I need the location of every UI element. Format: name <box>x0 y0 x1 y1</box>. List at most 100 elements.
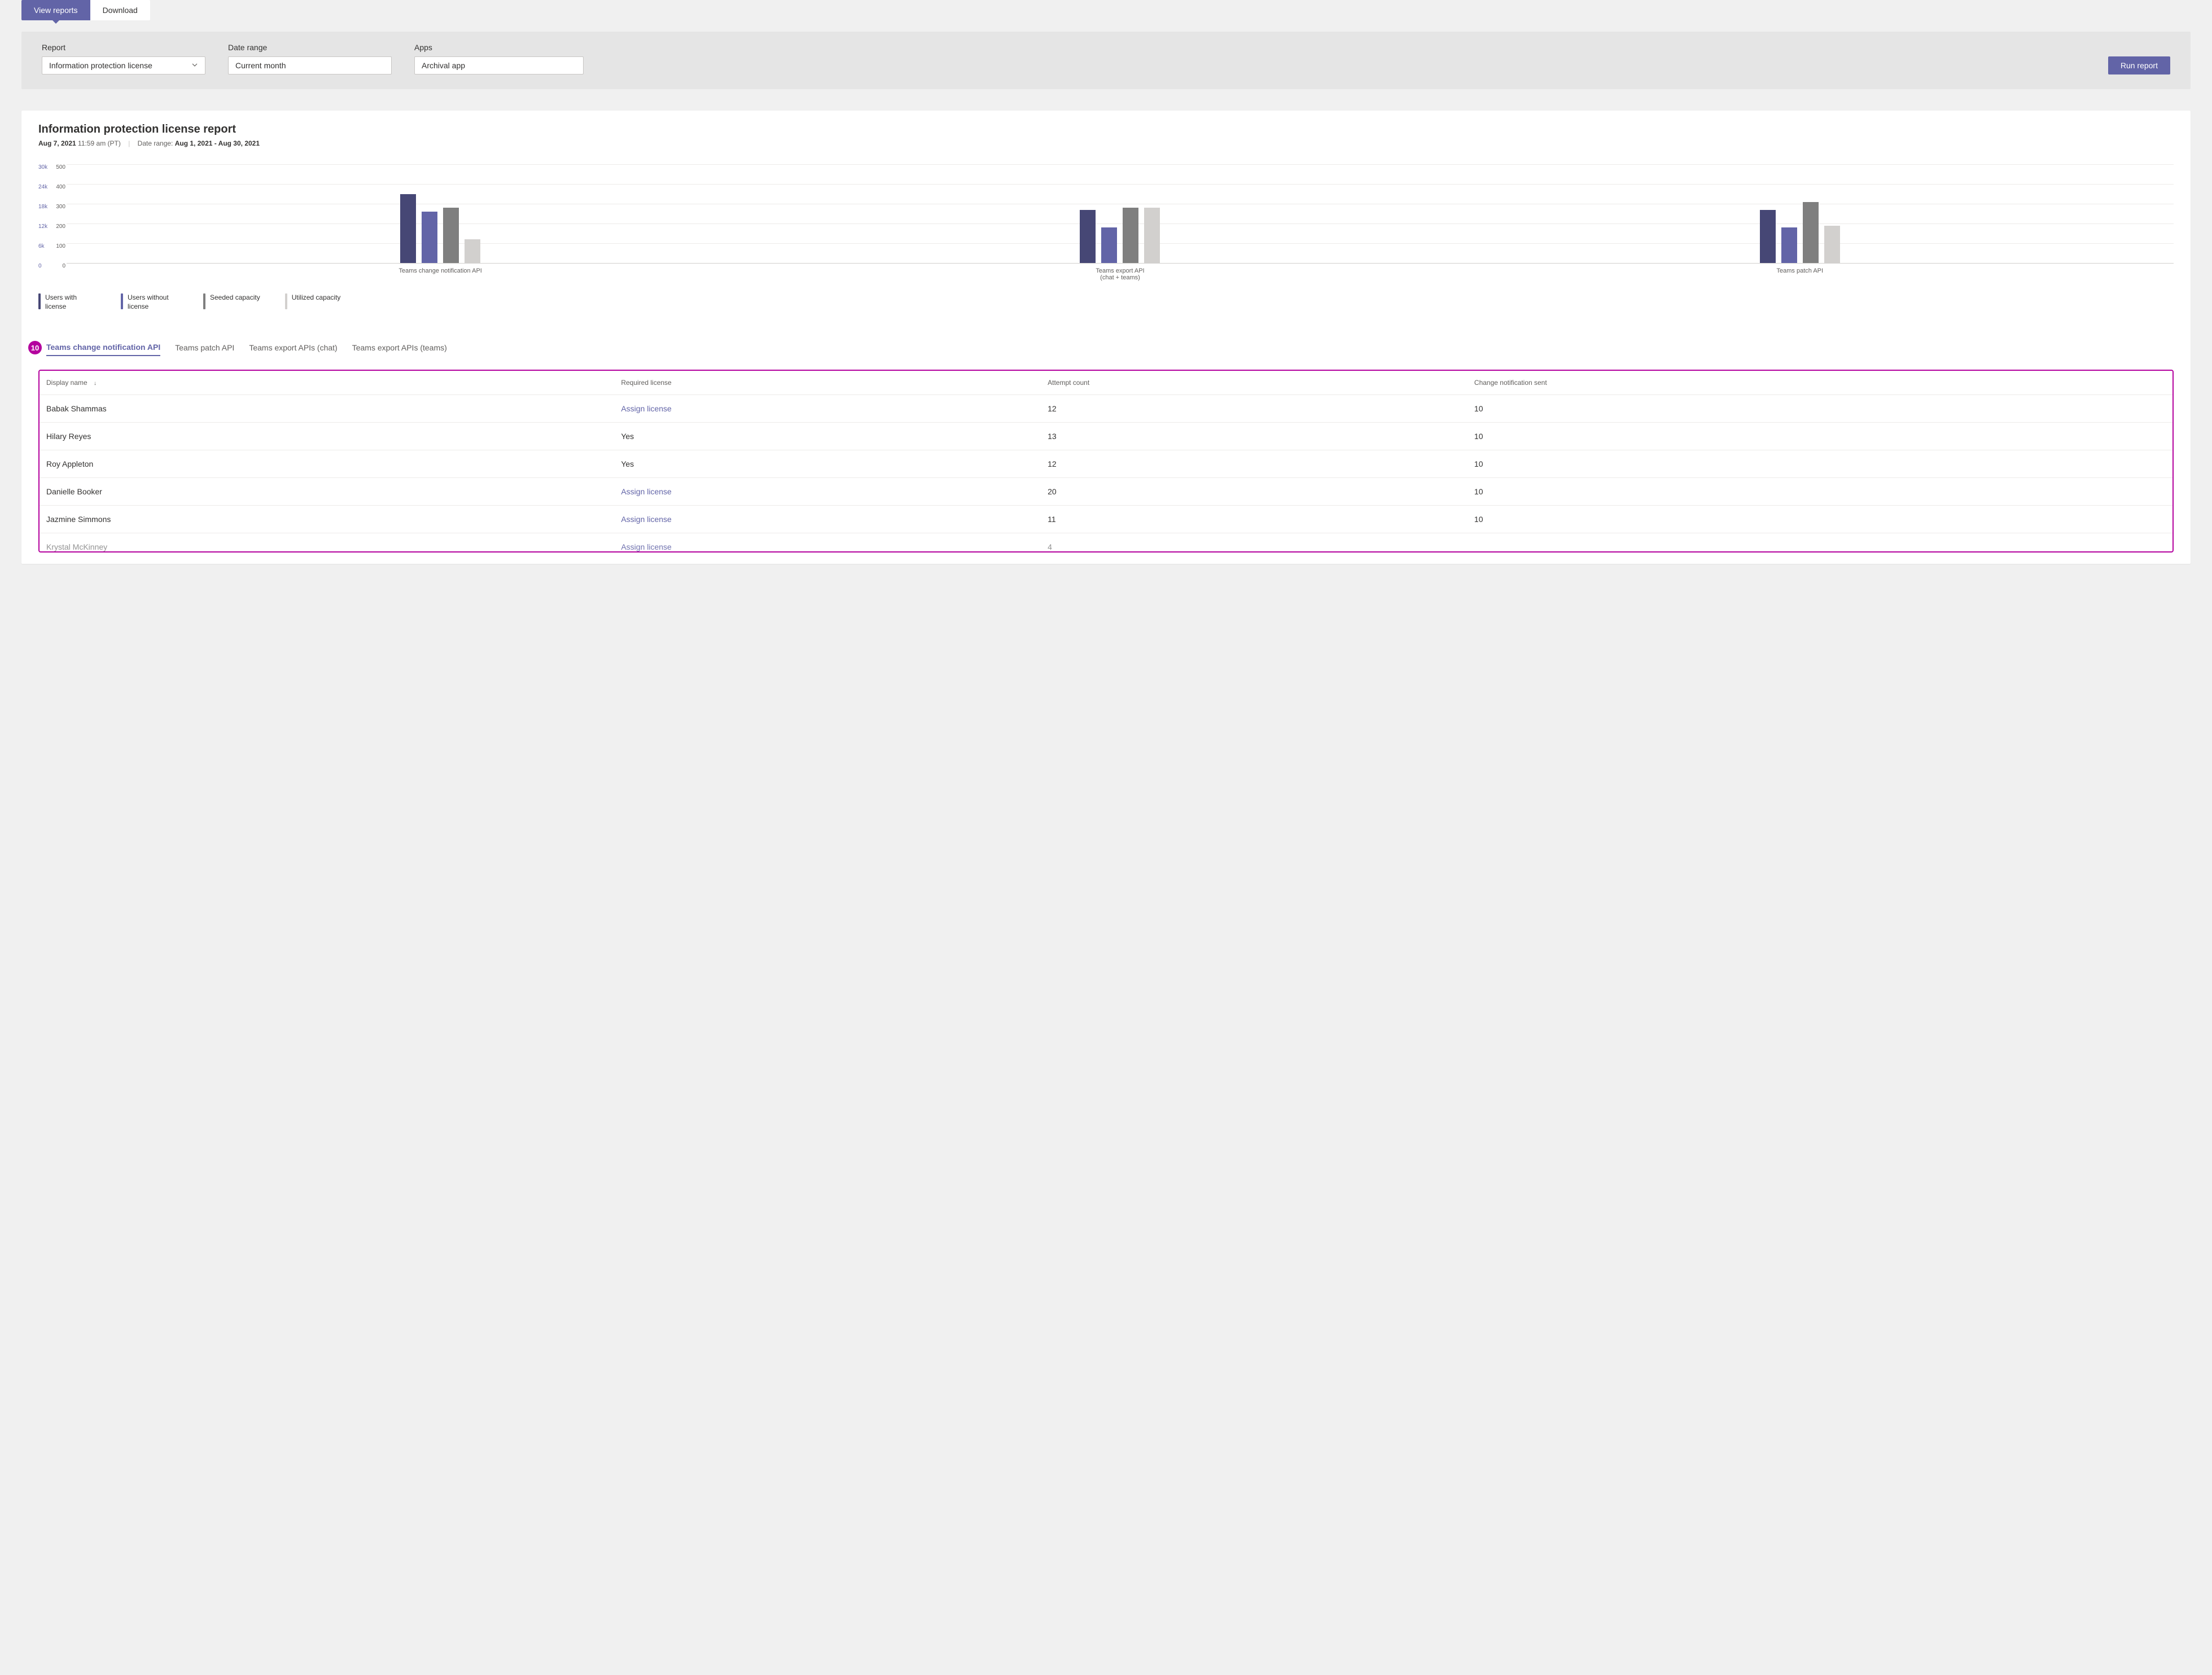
chart-plot <box>67 164 2174 263</box>
legend-label: Seeded capacity <box>210 293 260 302</box>
date-range-prefix: Date range: <box>138 139 173 147</box>
report-timestamp-date: Aug 7, 2021 <box>38 139 76 147</box>
legend-label: Utilized capacity <box>292 293 341 302</box>
y-left-tick: 24k <box>38 184 52 190</box>
cell-attempt-count: 4 <box>1042 533 1469 552</box>
y-right-tick: 200 <box>52 223 65 230</box>
report-card: Information protection license report Au… <box>21 111 2191 564</box>
report-timestamp-time: 11:59 am (PT) <box>78 139 121 147</box>
x-label: Teams patch API <box>1744 268 1856 281</box>
col-display-name-label: Display name <box>46 379 87 387</box>
legend-users-with-license: Users with license <box>38 293 96 311</box>
meta-separator: | <box>128 139 130 147</box>
sub-tab-change-notification[interactable]: Teams change notification API <box>46 339 160 356</box>
y-left-tick: 18k <box>38 204 52 210</box>
cell-change-sent <box>1469 533 2172 552</box>
chart-x-labels: Teams change notification API Teams expor… <box>38 263 2174 281</box>
sub-tab-export-chat[interactable]: Teams export APIs (chat) <box>249 340 337 356</box>
cell-display-name: Hilary Reyes <box>40 423 615 450</box>
chevron-down-icon <box>191 61 198 70</box>
cell-display-name: Roy Appleton <box>40 450 615 478</box>
legend-label: Users without license <box>128 293 178 311</box>
bar <box>1803 202 1819 264</box>
col-display-name[interactable]: Display name ↓ <box>40 371 615 395</box>
bar-group <box>1744 202 1856 264</box>
bar <box>1080 210 1096 264</box>
report-meta: Aug 7, 2021 11:59 am (PT) | Date range: … <box>38 139 2174 147</box>
legend-swatch <box>285 293 287 309</box>
cell-change-sent: 10 <box>1469 506 2172 533</box>
assign-license-link[interactable]: Assign license <box>615 478 1042 506</box>
table-row: Danielle BookerAssign license2010 <box>40 478 2172 506</box>
tab-download[interactable]: Download <box>90 0 150 20</box>
table-row: Babak ShammasAssign license1210 <box>40 395 2172 423</box>
col-required-license[interactable]: Required license <box>615 371 1042 395</box>
bar <box>1824 226 1840 264</box>
cell-attempt-count: 12 <box>1042 450 1469 478</box>
legend-users-without-license: Users without license <box>121 293 178 311</box>
cell-display-name: Babak Shammas <box>40 395 615 423</box>
y-right-tick: 400 <box>52 184 65 190</box>
apps-label: Apps <box>414 43 584 52</box>
table-row: Roy AppletonYes1210 <box>40 450 2172 478</box>
date-range-value: Current month <box>235 61 286 70</box>
apps-select-value: Archival app <box>422 61 465 70</box>
legend-swatch <box>38 293 41 309</box>
table-row: Krystal McKinneyAssign license4 <box>40 533 2172 552</box>
y-left-tick: 12k <box>38 223 52 230</box>
cell-display-name: Jazmine Simmons <box>40 506 615 533</box>
cell-required-license: Yes <box>615 423 1042 450</box>
bar <box>422 212 437 263</box>
bar <box>1760 210 1776 264</box>
sub-tabs: 10 Teams change notification API Teams p… <box>38 339 2174 356</box>
tab-view-reports[interactable]: View reports <box>21 0 90 20</box>
bar <box>465 239 480 263</box>
legend-swatch <box>121 293 123 309</box>
cell-change-sent: 10 <box>1469 423 2172 450</box>
y-left-tick: 0 <box>38 263 52 269</box>
cell-attempt-count: 12 <box>1042 395 1469 423</box>
bar <box>1781 227 1797 263</box>
assign-license-link[interactable]: Assign license <box>615 533 1042 552</box>
cell-change-sent: 10 <box>1469 478 2172 506</box>
report-select[interactable]: Information protection license <box>42 56 205 74</box>
legend-label: Users with license <box>45 293 96 311</box>
x-label: Teams change notification API <box>384 268 497 281</box>
x-label: Teams export API(chat + teams) <box>1063 268 1176 281</box>
filter-bar: Report Information protection license Da… <box>21 32 2191 89</box>
report-select-value: Information protection license <box>49 61 152 70</box>
table-row: Hilary ReyesYes1310 <box>40 423 2172 450</box>
chart-y-axes: 30k500 24k400 18k300 12k200 6k100 00 <box>38 164 67 263</box>
date-range-select[interactable]: Current month <box>228 56 392 74</box>
apps-select[interactable]: Archival app <box>414 56 584 74</box>
sub-tab-patch[interactable]: Teams patch API <box>175 340 234 356</box>
chart-area: 30k500 24k400 18k300 12k200 6k100 00 <box>38 164 2174 263</box>
license-table: Display name ↓ Required license Attempt … <box>38 370 2174 553</box>
callout-badge: 10 <box>28 341 42 354</box>
y-left-tick: 6k <box>38 243 52 249</box>
bar-group <box>1063 208 1176 263</box>
cell-attempt-count: 11 <box>1042 506 1469 533</box>
legend-swatch <box>203 293 205 309</box>
table-row: Jazmine SimmonsAssign license1110 <box>40 506 2172 533</box>
date-range-label: Date range <box>228 43 392 52</box>
y-right-tick: 100 <box>52 243 65 249</box>
sub-tab-export-teams[interactable]: Teams export APIs (teams) <box>352 340 447 356</box>
cell-display-name: Krystal McKinney <box>40 533 615 552</box>
bar <box>400 194 416 264</box>
bar <box>1101 227 1117 263</box>
assign-license-link[interactable]: Assign license <box>615 506 1042 533</box>
run-report-button[interactable]: Run report <box>2108 56 2170 74</box>
bar <box>1123 208 1138 263</box>
y-left-tick: 30k <box>38 164 52 170</box>
bar <box>1144 208 1160 263</box>
col-attempt-count[interactable]: Attempt count <box>1042 371 1469 395</box>
bar <box>443 208 459 263</box>
cell-required-license: Yes <box>615 450 1042 478</box>
report-title: Information protection license report <box>38 123 2174 136</box>
report-label: Report <box>42 43 205 52</box>
col-change-sent[interactable]: Change notification sent <box>1469 371 2172 395</box>
cell-change-sent: 10 <box>1469 395 2172 423</box>
date-range-value-display: Aug 1, 2021 - Aug 30, 2021 <box>175 139 260 147</box>
assign-license-link[interactable]: Assign license <box>615 395 1042 423</box>
